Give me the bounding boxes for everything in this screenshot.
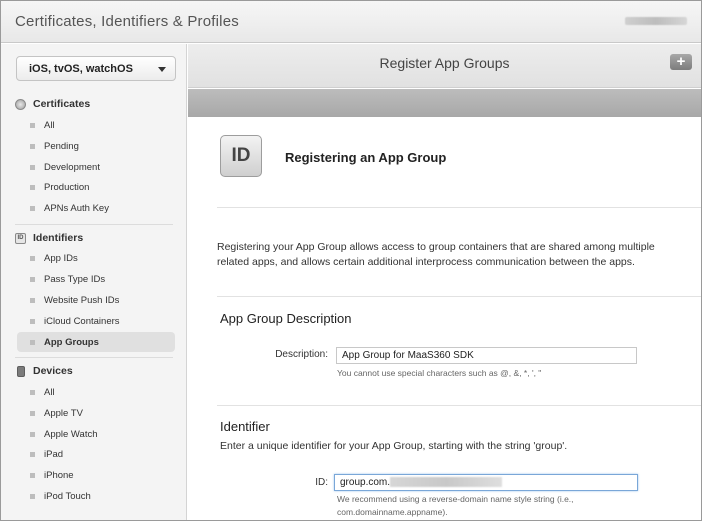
page-heading: Registering an App Group	[285, 150, 447, 165]
bullet-icon	[30, 297, 35, 303]
sidebar-item-ipod-touch[interactable]: iPod Touch	[17, 486, 175, 506]
sidebar-item-apple-watch[interactable]: Apple Watch	[17, 424, 175, 444]
sidebar-item-website-push-ids[interactable]: Website Push IDs	[17, 290, 175, 310]
section-header-label: Identifiers	[33, 232, 84, 244]
bullet-icon	[30, 410, 35, 416]
sidebar-item-app-groups[interactable]: App Groups	[17, 332, 175, 352]
id-help-text-line1: We recommend using a reverse-domain name…	[337, 494, 574, 504]
sidebar-item-pending[interactable]: Pending	[17, 136, 175, 156]
top-bar: Certificates, Identifiers & Profiles	[1, 1, 701, 43]
bullet-icon	[30, 276, 35, 282]
sidebar-item-production[interactable]: Production	[17, 177, 175, 197]
redacted-identifier	[390, 477, 503, 488]
sidebar-item-label: iPhone	[44, 469, 74, 481]
bullet-icon	[30, 255, 35, 261]
divider	[217, 207, 701, 208]
sidebar-section-identifiers: ID Identifiers	[15, 230, 83, 246]
sidebar-item-development[interactable]: Development	[17, 157, 175, 177]
bullet-icon	[30, 339, 35, 345]
intro-text: Registering your App Group allows access…	[217, 241, 655, 268]
sidebar-item-label: iPod Touch	[44, 490, 91, 502]
bullet-icon	[30, 184, 35, 190]
description-field[interactable]	[336, 347, 637, 364]
bullet-icon	[30, 431, 35, 437]
section-header-label: Devices	[33, 365, 73, 377]
main-header: Register App Groups +	[188, 44, 701, 88]
id-icon: ID	[15, 232, 26, 244]
sidebar-item-pass-type-ids[interactable]: Pass Type IDs	[17, 269, 175, 289]
divider	[217, 405, 701, 406]
sidebar-item-label: iCloud Containers	[44, 315, 120, 327]
platform-select[interactable]: iOS, tvOS, watchOS	[16, 56, 176, 81]
id-badge-icon: ID	[220, 135, 262, 177]
sidebar-item-label: All	[44, 386, 55, 398]
sidebar-divider	[15, 224, 173, 225]
bullet-icon	[30, 164, 35, 170]
sidebar-section-devices: Devices	[15, 363, 73, 379]
platform-select-value: iOS, tvOS, watchOS	[29, 63, 133, 75]
description-label: Description:	[275, 349, 328, 360]
sidebar-item-iphone[interactable]: iPhone	[17, 465, 175, 485]
sidebar-item-label: App IDs	[44, 252, 78, 264]
add-button[interactable]: +	[670, 54, 692, 70]
divider	[217, 296, 701, 297]
bullet-icon	[30, 389, 35, 395]
sidebar-item-label: iPad	[44, 448, 64, 460]
sidebar: iOS, tvOS, watchOS Certificates All Pend…	[1, 44, 187, 520]
id-help-text-line2: com.domainname.appname).	[337, 507, 448, 517]
sidebar-item-label: Apple Watch	[44, 428, 98, 440]
sidebar-item-label: Development	[44, 161, 100, 173]
sidebar-item-devices-all[interactable]: All	[17, 382, 175, 402]
main-header-title: Register App Groups	[379, 55, 510, 71]
sidebar-item-icloud-containers[interactable]: iCloud Containers	[17, 311, 175, 331]
sidebar-divider	[15, 357, 173, 358]
device-icon	[17, 365, 25, 377]
sidebar-item-label: Pass Type IDs	[44, 273, 106, 285]
certificate-icon	[15, 98, 26, 110]
identifier-instructions: Enter a unique identifier for your App G…	[220, 440, 568, 452]
chevron-down-icon	[158, 67, 166, 72]
sidebar-item-label: App Groups	[44, 336, 99, 348]
id-label: ID:	[315, 477, 328, 488]
app-title: Certificates, Identifiers & Profiles	[15, 13, 239, 30]
bullet-icon	[30, 493, 35, 499]
description-section-title: App Group Description	[220, 311, 352, 326]
id-field[interactable]: group.com.	[334, 474, 638, 491]
account-name-redacted[interactable]	[625, 17, 687, 25]
bullet-icon	[30, 122, 35, 128]
sidebar-item-apple-tv[interactable]: Apple TV	[17, 403, 175, 423]
bullet-icon	[30, 318, 35, 324]
description-help-text: You cannot use special characters such a…	[337, 368, 542, 378]
main-content: ID Registering an App Group Registering …	[188, 117, 701, 520]
sidebar-item-label: APNs Auth Key	[44, 202, 109, 214]
sidebar-item-app-ids[interactable]: App IDs	[17, 248, 175, 268]
sidebar-section-certificates: Certificates	[15, 96, 90, 112]
sidebar-item-label: All	[44, 119, 55, 131]
id-field-value: group.com.	[340, 477, 391, 488]
header-strip	[188, 89, 701, 117]
bullet-icon	[30, 205, 35, 211]
sidebar-item-label: Website Push IDs	[44, 294, 120, 306]
bullet-icon	[30, 143, 35, 149]
section-header-label: Certificates	[33, 98, 91, 110]
sidebar-item-ipad[interactable]: iPad	[17, 444, 175, 464]
sidebar-item-label: Pending	[44, 140, 79, 152]
sidebar-item-apns-auth-key[interactable]: APNs Auth Key	[17, 198, 175, 218]
sidebar-item-label: Apple TV	[44, 407, 83, 419]
identifier-section-title: Identifier	[220, 419, 270, 434]
sidebar-item-certificates-all[interactable]: All	[17, 115, 175, 135]
sidebar-item-label: Production	[44, 181, 90, 193]
bullet-icon	[30, 472, 35, 478]
bullet-icon	[30, 451, 35, 457]
